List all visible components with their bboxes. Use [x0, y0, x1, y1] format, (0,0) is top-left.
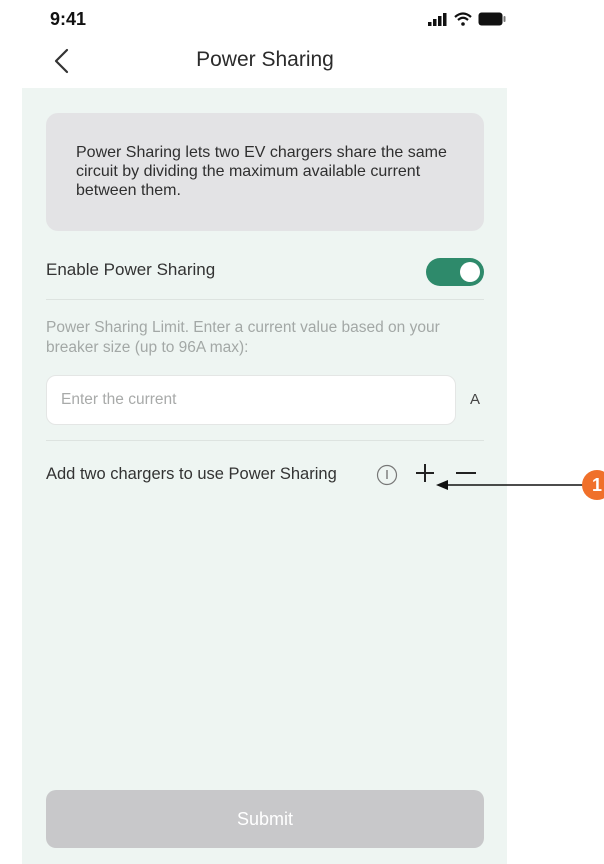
status-bar: 9:41	[0, 0, 530, 40]
submit-button[interactable]: Submit	[46, 790, 484, 848]
power-sharing-limit-hint: Power Sharing Limit. Enter a current val…	[46, 319, 440, 356]
info-card-text: Power Sharing lets two EV chargers share…	[76, 144, 447, 199]
divider	[46, 299, 484, 300]
current-unit: A	[470, 391, 481, 408]
enable-power-sharing-toggle[interactable]	[426, 258, 484, 286]
info-icon[interactable]	[376, 464, 398, 486]
wifi-icon	[454, 12, 472, 26]
signal-icon	[428, 12, 447, 26]
enable-power-sharing-label: Enable Power Sharing	[46, 260, 216, 279]
info-card: Power Sharing lets two EV chargers share…	[46, 113, 484, 231]
add-chargers-row: Add two chargers to use Power Sharing	[46, 460, 486, 490]
battery-icon	[478, 12, 506, 26]
toggle-knob	[460, 262, 480, 282]
nav-bar: Power Sharing	[0, 40, 530, 84]
minus-icon[interactable]	[454, 462, 478, 484]
add-chargers-label: Add two chargers to use Power Sharing	[46, 465, 337, 483]
power-sharing-panel: Power Sharing lets two EV chargers share…	[22, 88, 507, 864]
enable-power-sharing-row: Enable Power Sharing	[46, 258, 484, 288]
callout-badge: 1	[582, 470, 604, 500]
page-title: Power Sharing	[0, 48, 530, 72]
status-icons	[428, 12, 506, 26]
plus-icon[interactable]	[414, 462, 436, 484]
divider	[46, 440, 484, 441]
page-title-text: Power Sharing	[196, 48, 334, 71]
current-input[interactable]	[46, 375, 456, 425]
status-time: 9:41	[50, 9, 87, 29]
